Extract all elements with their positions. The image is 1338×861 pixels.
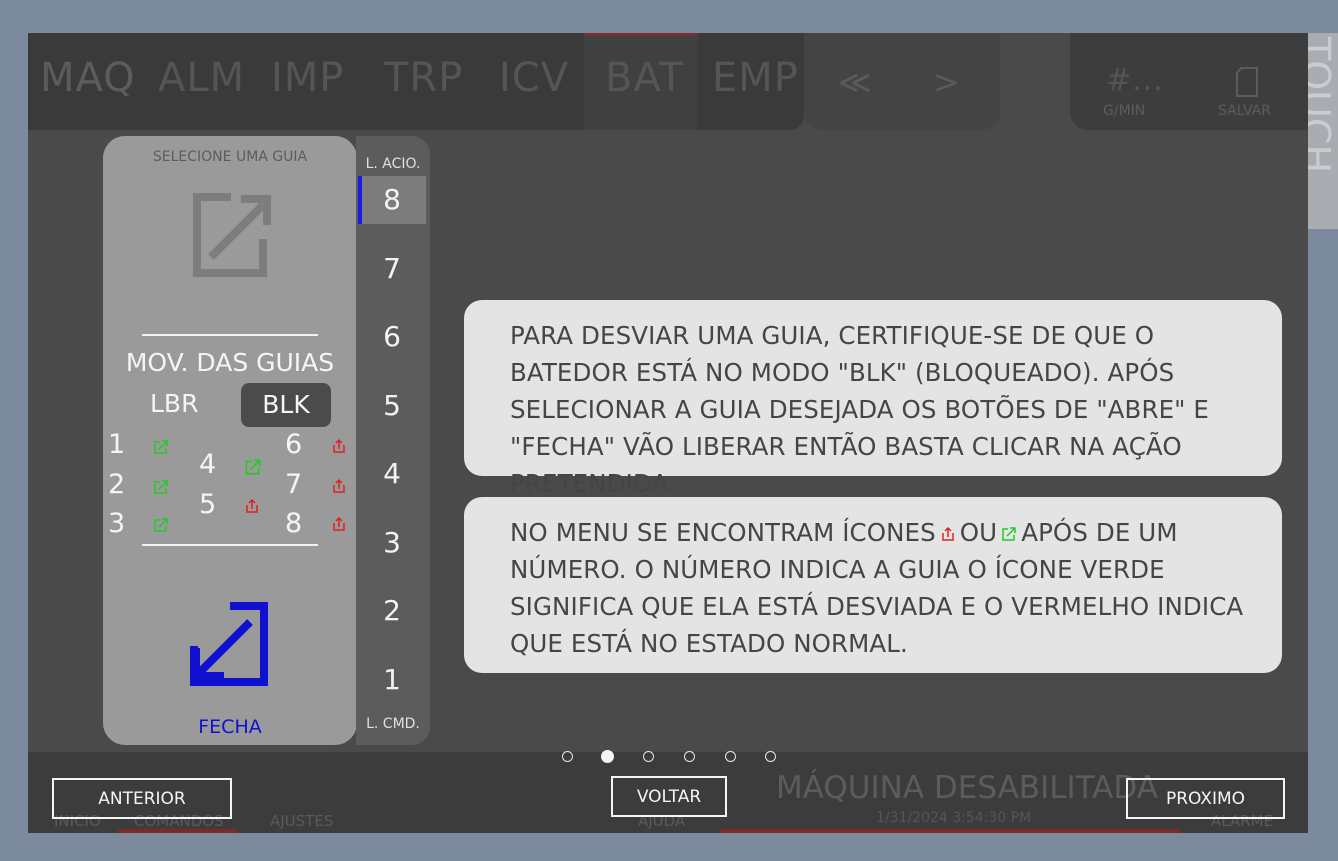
top-nav-bar: MAQ ALM IMP TRP ICV BAT EMP ≪ > #... G/M…: [28, 33, 1308, 130]
guide-deflected-icon: [154, 440, 168, 454]
page-dot[interactable]: [765, 751, 776, 762]
page-dot[interactable]: [684, 751, 695, 762]
level-item-2[interactable]: 2: [358, 587, 426, 635]
nav-ajustes[interactable]: AJUSTES: [270, 812, 333, 830]
tab-trp[interactable]: TRP: [384, 55, 463, 101]
open-guide-icon: [193, 193, 271, 277]
level-item-1[interactable]: 1: [358, 656, 426, 704]
page-dot[interactable]: [725, 751, 736, 762]
guide-menu-panel: SELECIONE UMA GUIA MOV. DAS GUIAS LBR BL…: [103, 136, 357, 745]
fecha-button[interactable]: FECHA: [103, 716, 357, 738]
counter-value: #...: [1106, 63, 1164, 98]
panel-title: SELECIONE UMA GUIA: [152, 149, 308, 165]
status-timestamp: 1/31/2024 3:54:30 PM: [876, 810, 1032, 826]
tab-maq[interactable]: MAQ: [40, 55, 136, 101]
guide-number[interactable]: 4: [199, 449, 216, 480]
guide-normal-icon: [333, 516, 345, 531]
guide-number[interactable]: 6: [285, 429, 302, 460]
close-guide-icon[interactable]: [190, 600, 270, 690]
divider: [142, 544, 318, 546]
help-text-1: PARA DESVIAR UMA GUIA, CERTIFIQUE-SE DE …: [510, 321, 1209, 498]
tab-emp[interactable]: EMP: [712, 55, 799, 101]
guide-normal-icon: [333, 478, 345, 493]
guide-number[interactable]: 8: [285, 508, 302, 539]
level-item-3[interactable]: 3: [358, 519, 426, 567]
page-dot[interactable]: [643, 751, 654, 762]
guide-normal-icon: [333, 438, 345, 453]
guide-number[interactable]: 5: [199, 489, 216, 520]
machine-status: MÁQUINA DESABILITADA: [776, 770, 1158, 806]
guide-deflected-icon: [154, 480, 168, 494]
guide-number[interactable]: 2: [108, 469, 125, 500]
sd-card-icon: [1236, 67, 1258, 97]
tab-imp[interactable]: IMP: [271, 55, 344, 101]
help-box-2: NO MENU SE ENCONTRAM ÍCONES OU APÓS DE UM …: [464, 497, 1282, 673]
mode-blk-button[interactable]: BLK: [241, 383, 331, 427]
touch-label: TOUCH: [1308, 37, 1338, 174]
app-frame: MAQ ALM IMP TRP ICV BAT EMP ≪ > #... G/M…: [28, 33, 1308, 833]
help-box-1: PARA DESVIAR UMA GUIA, CERTIFIQUE-SE DE …: [464, 300, 1282, 498]
guide-deflected-icon: [245, 459, 261, 475]
save-button[interactable]: SALVAR: [1218, 103, 1271, 119]
level-bottom-label: L. CMD.: [366, 716, 420, 732]
level-selector: L. ACIO. 8 7 6 5 4 3 2 1 L. CMD.: [356, 136, 430, 745]
counter-unit: G/MIN: [1103, 103, 1146, 119]
page-dot[interactable]: [562, 751, 573, 762]
level-top-label: L. ACIO.: [365, 156, 421, 172]
divider: [142, 334, 318, 336]
next-tabs-arrow-icon[interactable]: >: [933, 63, 960, 101]
back-button[interactable]: VOLTAR: [611, 776, 727, 817]
level-item-4[interactable]: 4: [358, 450, 426, 498]
tab-bat[interactable]: BAT: [605, 55, 684, 101]
tab-icv[interactable]: ICV: [499, 55, 569, 101]
section-title: MOV. DAS GUIAS: [125, 348, 335, 377]
help-text-2: NO MENU SE ENCONTRAM ÍCONES OU APÓS DE UM …: [510, 518, 1244, 658]
red-guide-icon: [942, 526, 954, 541]
green-guide-icon: [1002, 527, 1016, 541]
page-dot-active[interactable]: [601, 750, 614, 763]
guide-number[interactable]: 7: [285, 469, 302, 500]
tab-alm[interactable]: ALM: [158, 55, 245, 101]
level-item-6[interactable]: 6: [358, 313, 426, 361]
prev-tabs-arrow-icon[interactable]: ≪: [838, 63, 872, 101]
previous-button[interactable]: ANTERIOR: [52, 778, 232, 819]
level-item-5[interactable]: 5: [358, 382, 426, 430]
guide-number[interactable]: 3: [108, 508, 125, 539]
guide-deflected-icon: [154, 518, 168, 532]
level-item-8[interactable]: 8: [358, 176, 426, 224]
next-button[interactable]: PROXIMO: [1126, 778, 1285, 819]
guide-normal-icon: [246, 498, 258, 513]
mode-lbr-button[interactable]: LBR: [150, 389, 198, 418]
guide-number[interactable]: 1: [108, 429, 125, 460]
level-item-7[interactable]: 7: [358, 245, 426, 293]
